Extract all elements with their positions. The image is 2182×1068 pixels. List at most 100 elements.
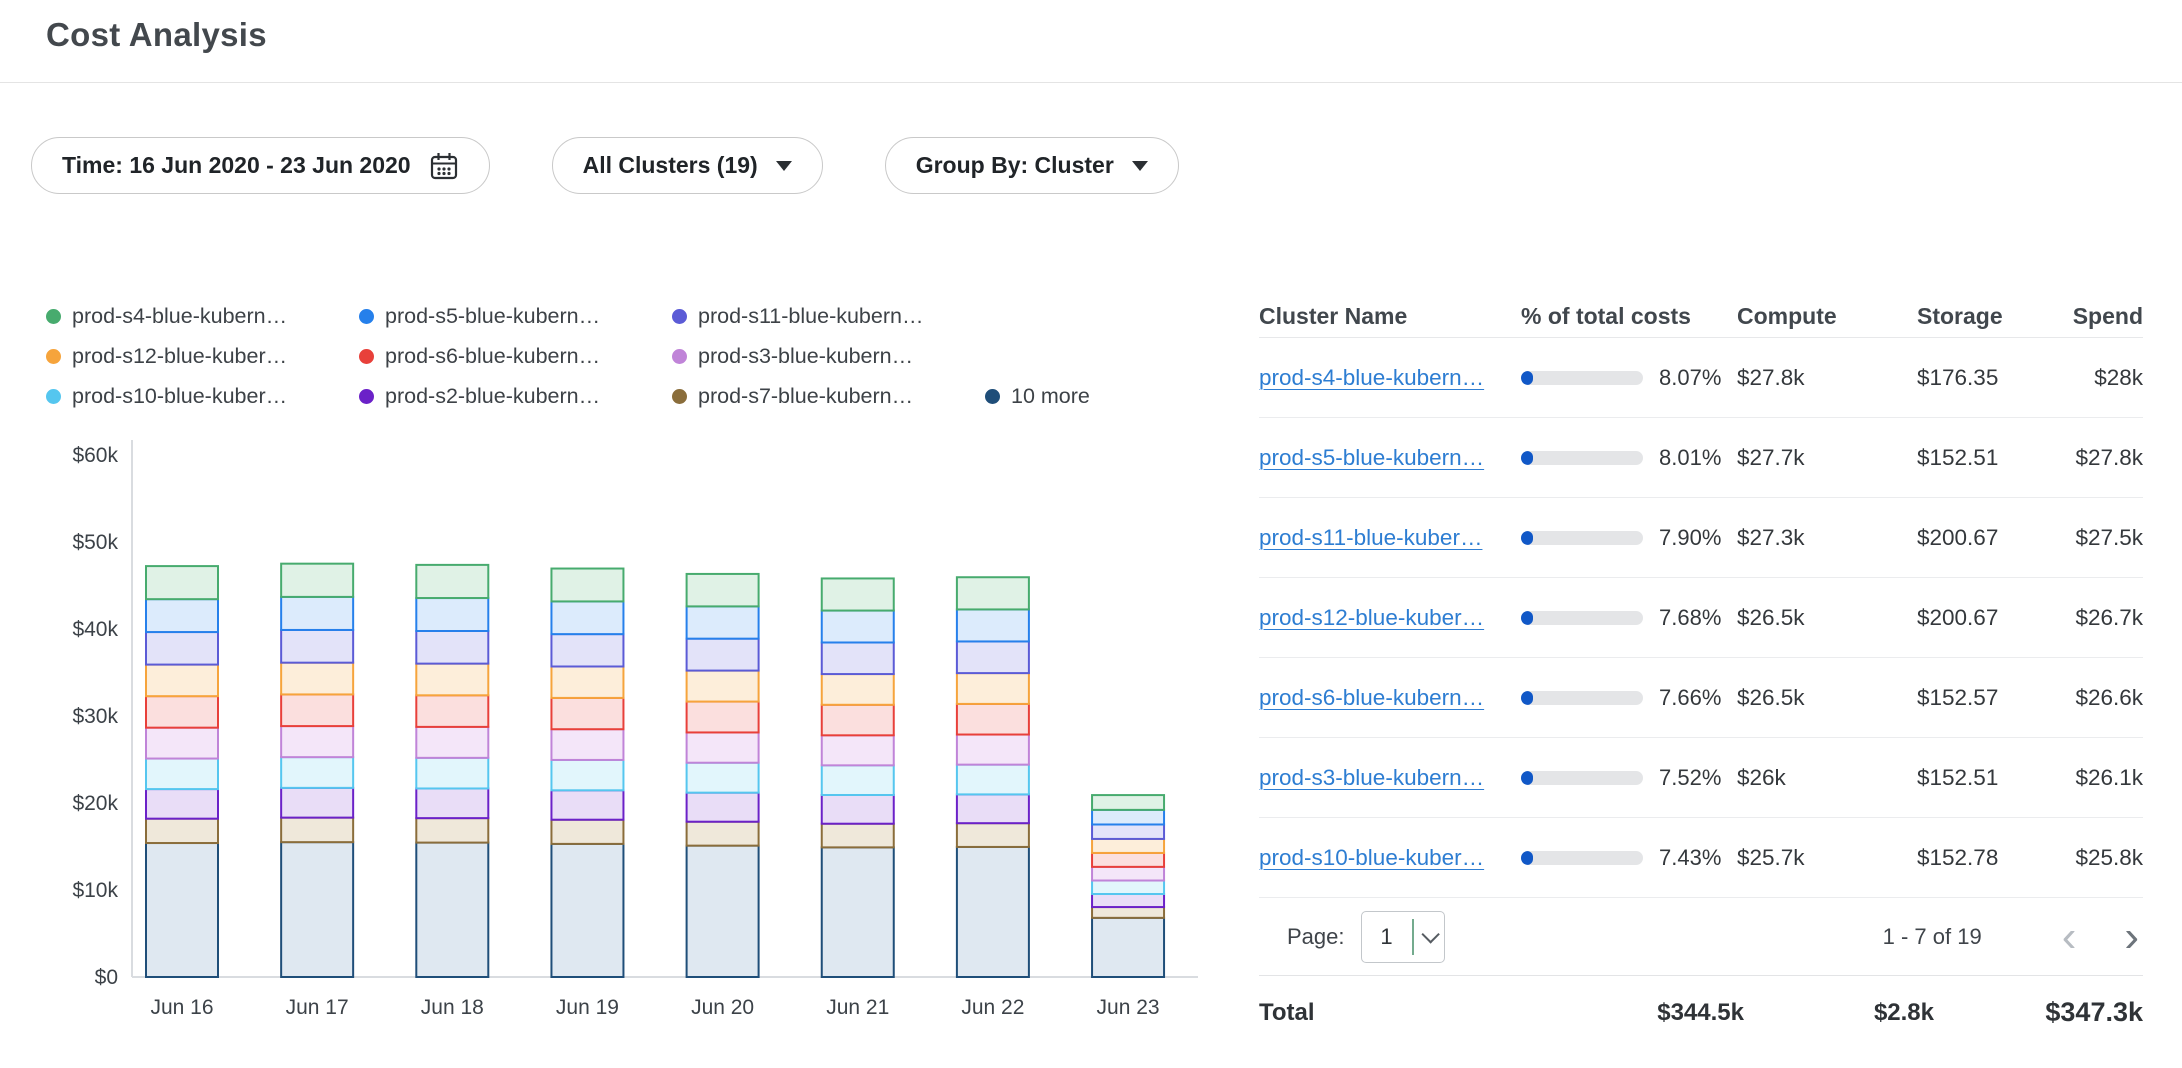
bar-segment[interactable] (1092, 795, 1164, 810)
bar-segment[interactable] (957, 735, 1029, 765)
bar-segment[interactable] (957, 673, 1029, 704)
bar-segment[interactable] (822, 735, 894, 765)
bar-segment[interactable] (416, 818, 488, 842)
bar-segment[interactable] (281, 564, 353, 597)
bar-segment[interactable] (822, 674, 894, 705)
bar-segment[interactable] (416, 843, 488, 977)
bar-segment[interactable] (822, 824, 894, 848)
legend-item[interactable]: prod-s12-blue-kuber… (46, 336, 359, 376)
bar-segment[interactable] (1092, 824, 1164, 838)
legend-item[interactable]: prod-s3-blue-kubern… (672, 336, 985, 376)
col-header-compute[interactable]: Compute (1737, 303, 1917, 330)
bar-segment[interactable] (1092, 881, 1164, 894)
bar-segment[interactable] (146, 665, 218, 697)
bar-segment[interactable] (822, 705, 894, 736)
bar-segment[interactable] (957, 609, 1029, 641)
bar-segment[interactable] (146, 599, 218, 632)
cluster-link[interactable]: prod-s11-blue-kuber… (1259, 525, 1521, 551)
cluster-link[interactable]: prod-s10-blue-kuber… (1259, 845, 1521, 871)
legend-item[interactable]: prod-s2-blue-kubern… (359, 376, 672, 416)
bar-segment[interactable] (416, 631, 488, 664)
legend-item[interactable]: prod-s4-blue-kubern… (46, 296, 359, 336)
bar-segment[interactable] (146, 566, 218, 599)
legend-item[interactable]: prod-s10-blue-kuber… (46, 376, 359, 416)
bar-segment[interactable] (551, 790, 623, 819)
bar-segment[interactable] (551, 820, 623, 844)
bar-segment[interactable] (822, 578, 894, 610)
bar-segment[interactable] (551, 634, 623, 666)
bar-segment[interactable] (957, 847, 1029, 977)
bar-segment[interactable] (687, 846, 759, 977)
bar-segment[interactable] (687, 639, 759, 671)
cluster-link[interactable]: prod-s4-blue-kubern… (1259, 365, 1521, 391)
bar-segment[interactable] (551, 844, 623, 977)
bar-segment[interactable] (1092, 839, 1164, 853)
cluster-link[interactable]: prod-s3-blue-kubern… (1259, 765, 1521, 791)
cluster-link[interactable]: prod-s5-blue-kubern… (1259, 445, 1521, 471)
bar-segment[interactable] (281, 818, 353, 843)
bar-segment[interactable] (957, 794, 1029, 823)
bar-segment[interactable] (281, 630, 353, 663)
bar-segment[interactable] (551, 760, 623, 790)
bar-segment[interactable] (146, 696, 218, 727)
bar-segment[interactable] (1092, 918, 1164, 977)
bar-segment[interactable] (416, 788, 488, 818)
bar-segment[interactable] (416, 727, 488, 758)
time-range-filter[interactable]: Time: 16 Jun 2020 - 23 Jun 2020 (31, 137, 490, 194)
bar-segment[interactable] (146, 728, 218, 759)
bar-segment[interactable] (687, 671, 759, 702)
col-header-storage[interactable]: Storage (1917, 303, 2072, 330)
legend-item[interactable]: prod-s7-blue-kubern… (672, 376, 985, 416)
bar-segment[interactable] (687, 732, 759, 762)
cluster-link[interactable]: prod-s6-blue-kubern… (1259, 685, 1521, 711)
legend-item[interactable]: 10 more (985, 376, 1213, 416)
bar-segment[interactable] (551, 569, 623, 602)
bar-segment[interactable] (146, 843, 218, 977)
bar-segment[interactable] (957, 577, 1029, 609)
bar-segment[interactable] (146, 789, 218, 819)
col-header-cluster-name[interactable]: Cluster Name (1259, 303, 1521, 330)
bar-segment[interactable] (281, 597, 353, 630)
bar-segment[interactable] (822, 795, 894, 824)
bar-segment[interactable] (416, 598, 488, 631)
page-select[interactable]: 1 (1361, 911, 1445, 963)
bar-segment[interactable] (957, 704, 1029, 735)
col-header-spend[interactable]: Spend (2072, 303, 2143, 330)
bar-segment[interactable] (416, 565, 488, 598)
bar-segment[interactable] (1092, 907, 1164, 918)
bar-segment[interactable] (687, 793, 759, 822)
cluster-link[interactable]: prod-s12-blue-kuber… (1259, 605, 1521, 631)
bar-segment[interactable] (281, 757, 353, 788)
bar-segment[interactable] (551, 729, 623, 760)
bar-segment[interactable] (551, 601, 623, 634)
bar-segment[interactable] (281, 842, 353, 977)
bar-segment[interactable] (1092, 853, 1164, 867)
bar-segment[interactable] (957, 641, 1029, 673)
bar-segment[interactable] (822, 642, 894, 674)
next-page-chevron-icon[interactable]: › (2124, 915, 2139, 959)
bar-segment[interactable] (687, 763, 759, 793)
bar-segment[interactable] (822, 611, 894, 643)
bar-segment[interactable] (551, 666, 623, 697)
bar-segment[interactable] (281, 788, 353, 818)
bar-segment[interactable] (687, 606, 759, 638)
bar-segment[interactable] (551, 698, 623, 729)
bar-segment[interactable] (146, 819, 218, 843)
bar-segment[interactable] (281, 663, 353, 695)
bar-segment[interactable] (822, 847, 894, 977)
bar-segment[interactable] (687, 702, 759, 733)
col-header-pct-of-total[interactable]: % of total costs (1521, 303, 1737, 330)
legend-item[interactable]: prod-s5-blue-kubern… (359, 296, 672, 336)
legend-item[interactable]: prod-s6-blue-kubern… (359, 336, 672, 376)
bar-segment[interactable] (822, 765, 894, 795)
bar-segment[interactable] (416, 695, 488, 727)
bar-segment[interactable] (957, 823, 1029, 847)
bar-segment[interactable] (687, 574, 759, 606)
bar-segment[interactable] (416, 664, 488, 696)
legend-item[interactable]: prod-s11-blue-kubern… (672, 296, 985, 336)
bar-segment[interactable] (687, 822, 759, 846)
bar-segment[interactable] (416, 758, 488, 789)
bar-segment[interactable] (146, 632, 218, 665)
bar-segment[interactable] (281, 726, 353, 757)
bar-segment[interactable] (281, 694, 353, 726)
